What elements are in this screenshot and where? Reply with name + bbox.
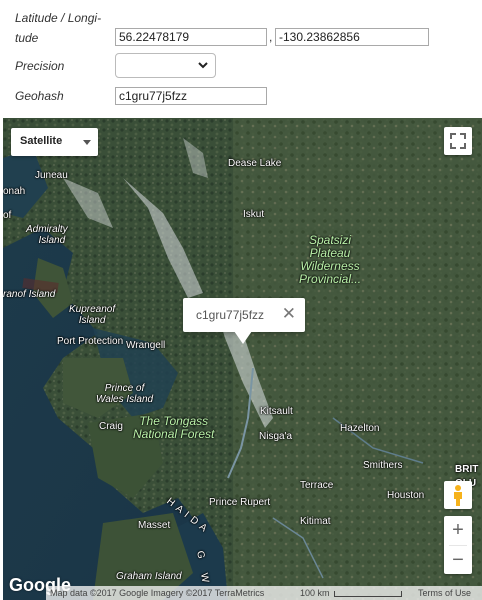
place-admiralty-2: Island [38, 235, 66, 246]
park-spatsizi-4: Provincial... [299, 272, 362, 286]
fullscreen-icon [450, 133, 466, 149]
popup-tail [234, 331, 252, 344]
place-ranof-island: ranof Island [3, 289, 56, 300]
map-type-select[interactable]: Satellite [11, 128, 98, 156]
place-wrangell: Wrangell [126, 340, 166, 351]
longitude-input[interactable] [275, 28, 429, 46]
place-houston: Houston [387, 490, 425, 501]
zoom-in-button[interactable]: + [444, 516, 472, 544]
place-port-protection: Port Protection [57, 336, 124, 347]
place-prince-of-wales: Prince of Wales Island [96, 383, 153, 405]
place-of: of [3, 210, 12, 221]
place-admiralty-1: Admiralty [26, 224, 68, 235]
park-spatsizi-1: Spatsizi [309, 233, 352, 247]
latlng-label: Latitude / Longi- tude [15, 8, 101, 48]
pegman-icon [454, 485, 462, 506]
place-prince-of-wales-2: Wales Island [96, 394, 154, 405]
dropdown-arrow-icon [83, 140, 91, 145]
park-spatsizi: Spatsizi Plateau Wilderness Provincial..… [299, 234, 361, 286]
place-hazelton: Hazelton [340, 423, 380, 434]
park-spatsizi-3: Wilderness [300, 259, 360, 273]
latitude-input[interactable] [115, 28, 267, 46]
park-tongass: The Tongass National Forest [133, 415, 214, 441]
place-craig: Craig [99, 421, 123, 432]
precision-label: Precision [15, 59, 65, 73]
map-attribution: Map data ©2017 Google Imagery ©2017 Terr… [46, 586, 296, 600]
place-dease-lake: Dease Lake [228, 158, 282, 169]
terms-link[interactable]: Terms of Use [414, 586, 482, 600]
map-type-label: Satellite [20, 135, 63, 147]
map-scale[interactable]: 100 km [296, 586, 414, 600]
chevron-down-icon [198, 62, 208, 69]
scale-label: 100 km [300, 588, 330, 598]
zoom-control: + − [444, 516, 472, 574]
place-brit: BRIT [455, 464, 479, 475]
place-kitimat: Kitimat [300, 516, 331, 527]
place-masset: Masset [138, 520, 171, 531]
zoom-out-button[interactable]: − [444, 546, 472, 574]
fullscreen-button[interactable] [444, 127, 472, 155]
geohash-label: Geohash [15, 89, 64, 103]
park-tongass-2: National Forest [133, 427, 215, 441]
place-onah: onah [3, 186, 26, 197]
latlng-label-line2: tude [15, 31, 39, 45]
place-nisgaa: Nisga'a [259, 431, 293, 442]
map-canvas[interactable]: onah of Juneau Dease Lake Iskut Admiralt… [3, 118, 482, 600]
satellite-imagery [3, 118, 482, 600]
geohash-input[interactable] [115, 87, 267, 105]
place-kupreanof-1: Kupreanof [69, 304, 116, 315]
precision-select[interactable] [115, 53, 216, 78]
place-terrace: Terrace [300, 480, 334, 491]
park-tongass-1: The Tongass [139, 414, 209, 428]
place-kupreanof: Kupreanof Island [69, 304, 115, 326]
place-prince-rupert: Prince Rupert [209, 497, 271, 508]
popup-text: c1gru77j5fzz [196, 308, 265, 322]
place-smithers: Smithers [363, 460, 403, 471]
place-kupreanof-2: Island [78, 315, 106, 326]
place-graham-island: Graham Island [116, 571, 182, 582]
place-iskut: Iskut [243, 209, 265, 220]
scale-bar [333, 590, 402, 597]
place-kitsault: Kitsault [260, 406, 293, 417]
street-view-button[interactable] [444, 481, 472, 509]
park-spatsizi-2: Plateau [309, 246, 351, 260]
close-icon[interactable]: ✕ [282, 305, 296, 323]
place-prince-of-wales-1: Prince of [104, 383, 145, 394]
coord-separator: , [269, 30, 273, 44]
place-admiralty: Admiralty Island [26, 224, 68, 246]
place-juneau: Juneau [35, 170, 68, 181]
latlng-label-line1: Latitude / Longi- [15, 11, 102, 25]
geohash-popup: c1gru77j5fzz ✕ [183, 298, 305, 332]
